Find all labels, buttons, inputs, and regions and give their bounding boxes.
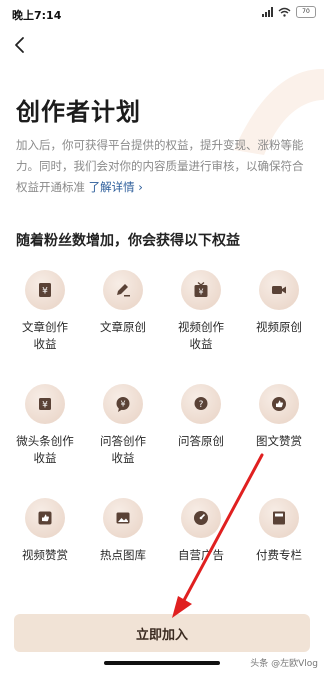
benefit-label: 视频原创	[256, 320, 302, 334]
svg-text:¥: ¥	[42, 401, 48, 411]
benefits-section-title: 随着粉丝数增加，你会获得以下权益	[16, 233, 240, 249]
gauge-icon	[181, 498, 221, 538]
benefit-label: 文章创作 收益	[22, 320, 68, 351]
svg-text:¥: ¥	[120, 400, 125, 409]
svg-text:¥: ¥	[42, 287, 48, 297]
wifi-icon	[278, 7, 291, 17]
benefit-item[interactable]: 热点图库	[84, 498, 162, 564]
book-icon	[259, 498, 299, 538]
benefit-item[interactable]: 视频原创	[240, 270, 318, 336]
benefit-item[interactable]: ¥ 视频创作 收益	[162, 270, 240, 353]
battery-icon: 70	[296, 6, 316, 18]
benefit-label: 视频创作 收益	[178, 320, 224, 351]
image-icon	[103, 498, 143, 538]
page-title: 创作者计划	[16, 98, 141, 126]
benefit-label: 微头条创作 收益	[16, 434, 74, 465]
benefit-label: 自营广告	[178, 548, 224, 562]
status-time: 晚上7:14	[12, 9, 62, 22]
back-arrow-icon[interactable]	[10, 34, 32, 56]
benefit-label: 图文赞赏	[256, 434, 302, 448]
benefit-label: 问答创作 收益	[100, 434, 146, 465]
benefit-item[interactable]: ¥ 微头条创作 收益	[6, 384, 84, 467]
learn-more-link[interactable]: 了解详情 ›	[89, 180, 143, 194]
benefit-item[interactable]: 自营广告	[162, 498, 240, 564]
benefit-item[interactable]: ¥ 文章创作 收益	[6, 270, 84, 353]
benefit-label: 文章原创	[100, 320, 146, 334]
yen-bubble-icon: ¥	[103, 384, 143, 424]
benefit-label: 问答原创	[178, 434, 224, 448]
benefit-label: 视频赞赏	[22, 548, 68, 562]
benefit-item[interactable]: ? 问答原创	[162, 384, 240, 450]
benefit-item[interactable]: ¥ 问答创作 收益	[84, 384, 162, 467]
benefit-item[interactable]: 付费专栏	[240, 498, 318, 564]
svg-text:?: ?	[199, 400, 204, 410]
video-camera-icon	[259, 270, 299, 310]
benefit-item[interactable]: 文章原创	[84, 270, 162, 336]
home-indicator	[104, 661, 220, 665]
benefit-item[interactable]: 视频赞赏	[6, 498, 84, 564]
pen-icon	[103, 270, 143, 310]
question-bubble-icon: ?	[181, 384, 221, 424]
benefit-label: 付费专栏	[256, 548, 302, 562]
signal-icon	[262, 7, 273, 17]
status-icons: 70	[262, 6, 316, 18]
watermark: 头条 @左欧Vlog	[250, 659, 318, 669]
thumbs-up-icon	[259, 384, 299, 424]
description-text: 加入后，你可获得平台提供的权益，提升变现、涨粉等能力。同时，我们会对你的内容质量…	[16, 138, 304, 194]
svg-text:¥: ¥	[198, 288, 203, 297]
benefit-label: 热点图库	[100, 548, 146, 562]
yen-document-icon: ¥	[25, 270, 65, 310]
join-now-button[interactable]: 立即加入	[14, 614, 310, 652]
benefit-item[interactable]: 图文赞赏	[240, 384, 318, 450]
status-bar: 晚上7:14 70	[0, 0, 324, 28]
yen-card-icon: ¥	[25, 384, 65, 424]
thumbs-up-card-icon	[25, 498, 65, 538]
tv-yen-icon: ¥	[181, 270, 221, 310]
plan-description: 加入后，你可获得平台提供的权益，提升变现、涨粉等能力。同时，我们会对你的内容质量…	[16, 135, 306, 198]
